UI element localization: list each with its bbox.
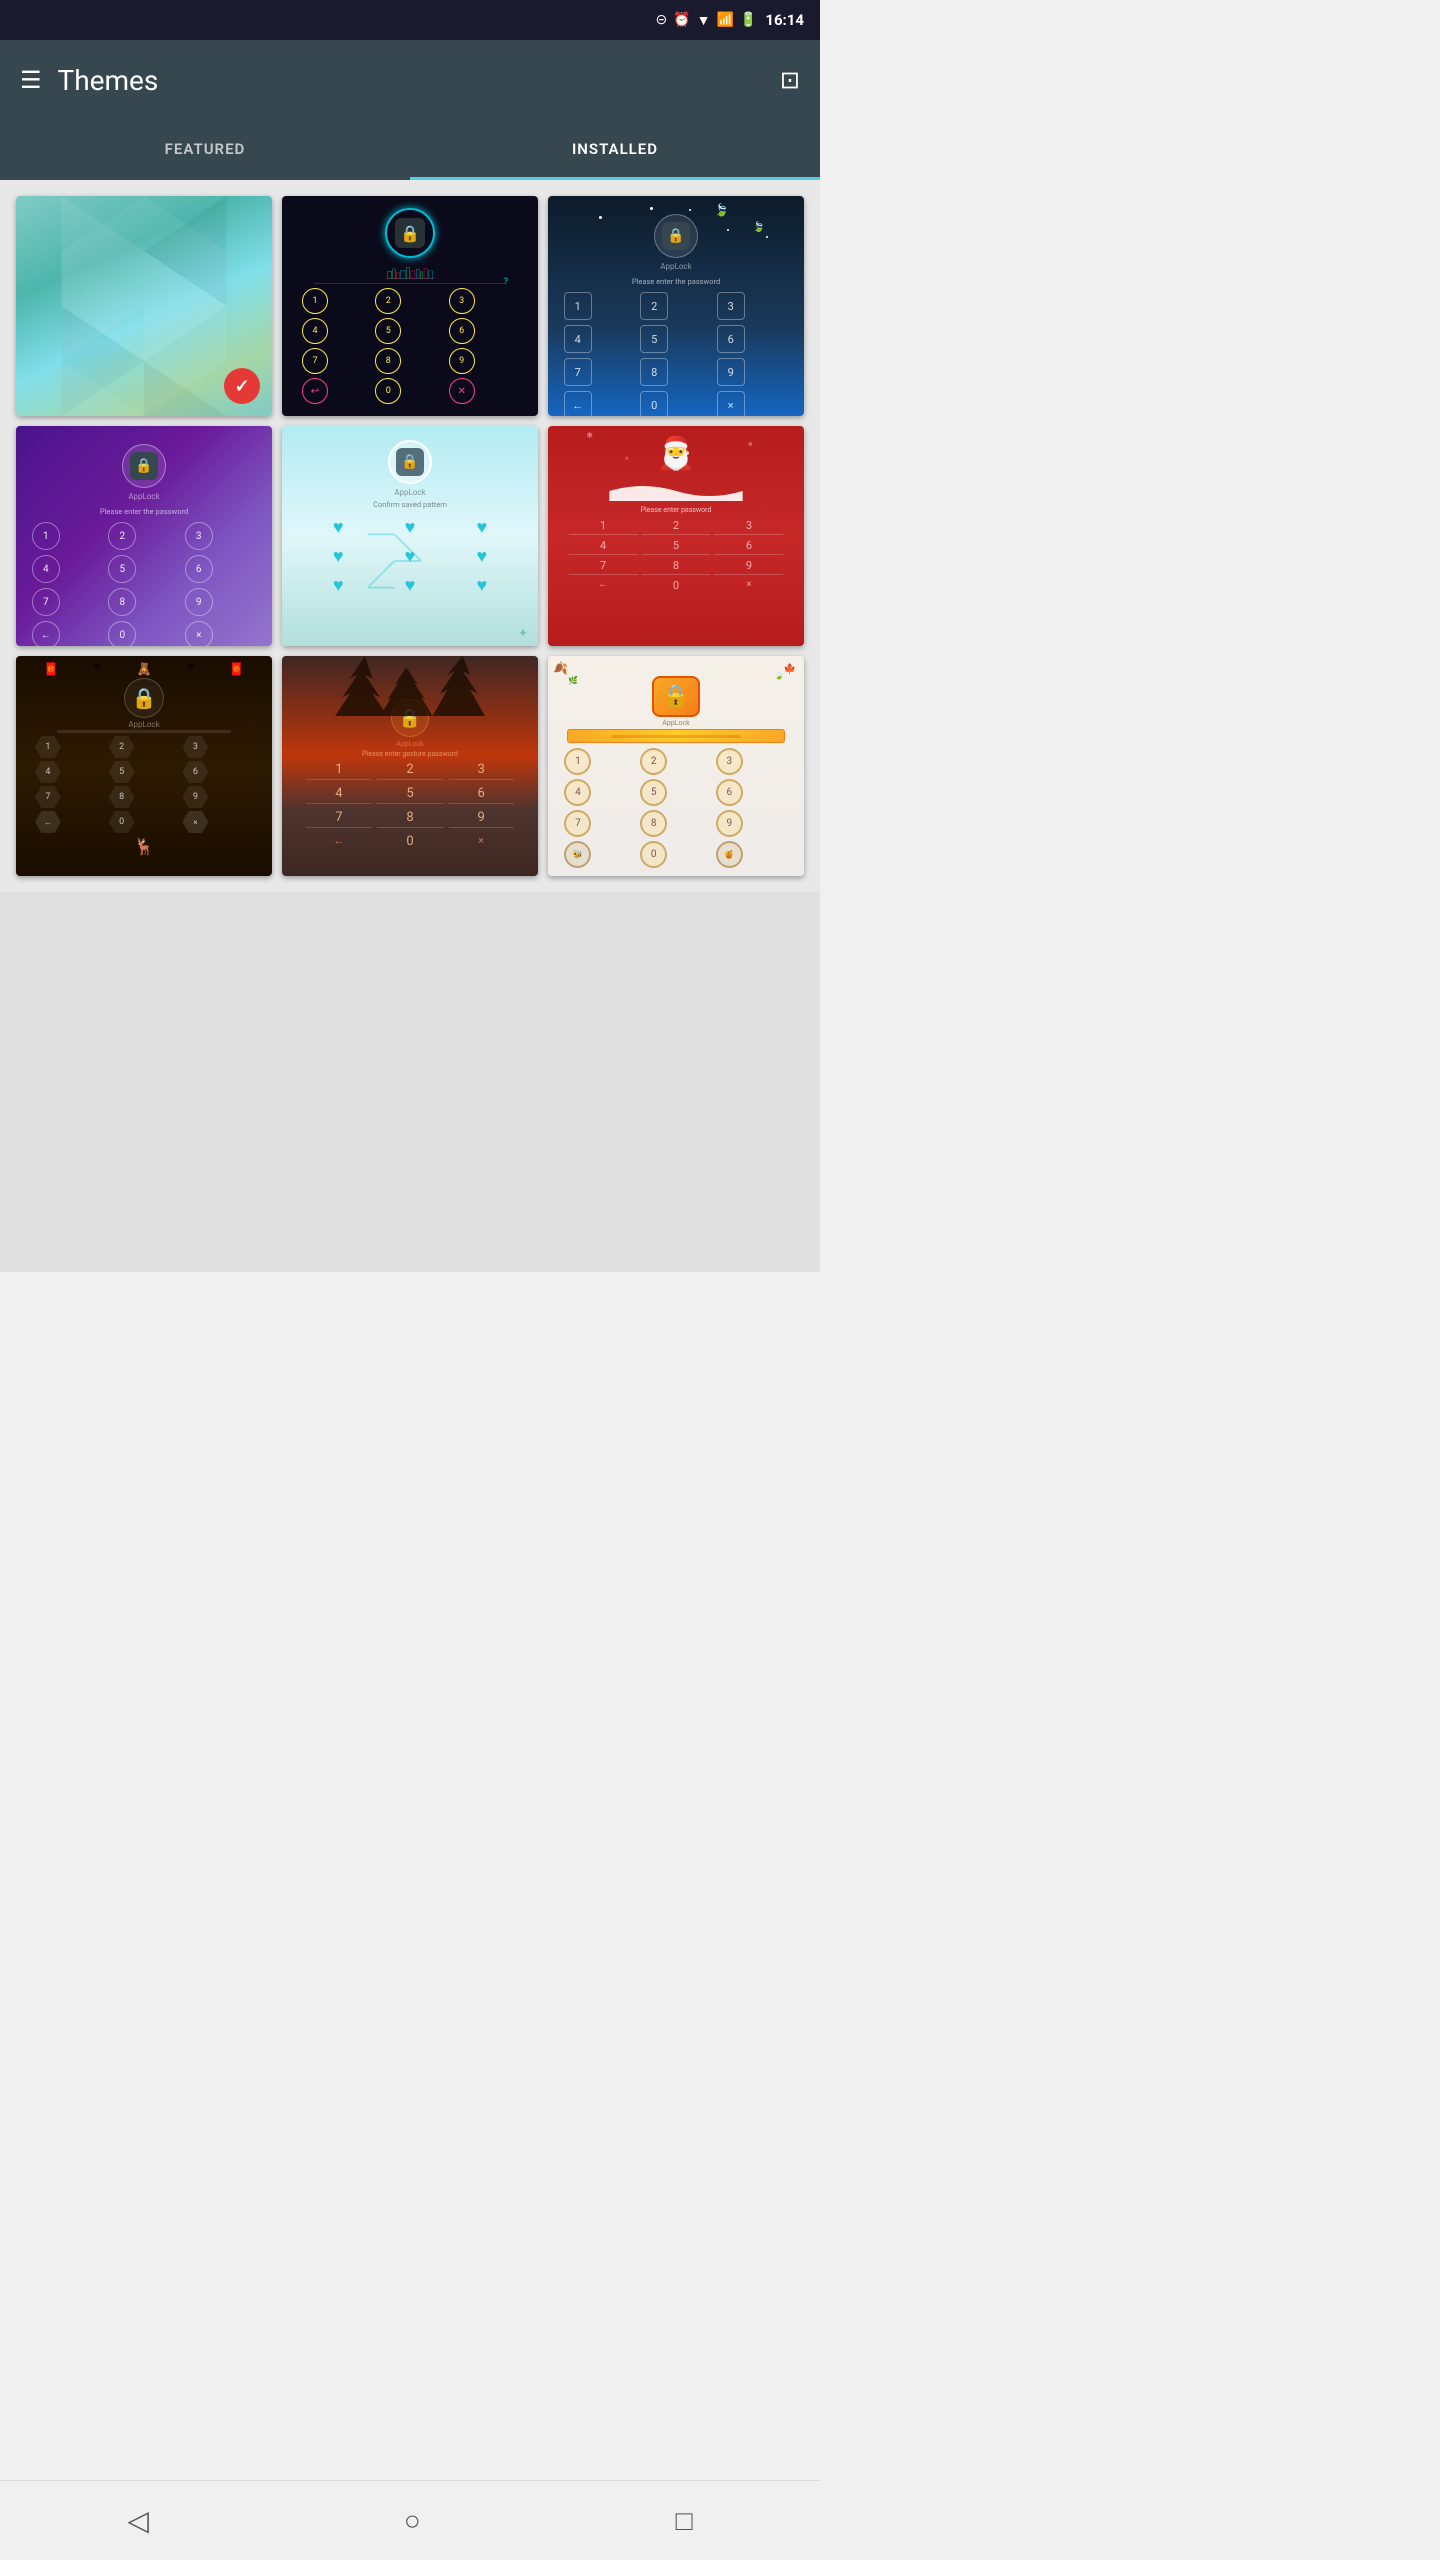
theme-card-heart[interactable]: 🔒 AppLock Confirm saved pattern ♥ ♥ ♥ ♥ …	[282, 426, 538, 646]
alarm-icon: ⏰	[673, 12, 690, 28]
theme-card-purple[interactable]: 🔒 AppLock Please enter the password 1 2 …	[16, 426, 272, 646]
theme-card-christmas[interactable]: ❄ ❄ ❄ 🎅 Please enter password 1 2 3 4 5 …	[548, 426, 804, 646]
status-bar: ⊝ ⏰ ▼ 📶 🔋 16:14	[0, 0, 820, 40]
purple-pw-text: Please enter the password	[100, 507, 188, 516]
header: ☰ Themes ⊡	[0, 40, 820, 120]
recent-button[interactable]: □	[676, 2504, 693, 2537]
home-button[interactable]: ○	[404, 2504, 421, 2537]
main-content: ✓ 🔒	[0, 180, 820, 1272]
minus-icon: ⊝	[655, 12, 667, 28]
holiday-applock-label: AppLock	[128, 720, 159, 729]
purple-applock-label: AppLock	[128, 492, 159, 501]
themes-grid: ✓ 🔒	[0, 180, 820, 892]
theme-card-night[interactable]: 🍃 🍃 🔒 AppLock Please enter the password …	[548, 196, 804, 416]
forest-applock-label: AppLock	[396, 740, 423, 748]
navigation-bar: ◁ ○ □	[0, 2480, 820, 2560]
heart-applock-label: AppLock	[394, 488, 425, 497]
christmas-pw-text: Please enter password	[641, 506, 712, 514]
back-button[interactable]: ◁	[127, 2504, 149, 2537]
menu-button[interactable]: ☰	[20, 66, 42, 94]
header-left: ☰ Themes	[20, 64, 158, 97]
autumn-applock-label: AppLock	[662, 719, 689, 727]
status-time: 16:14	[765, 11, 804, 29]
signal-icon: 📶	[716, 12, 733, 28]
theme-card-holiday-dark[interactable]: 🧧 ❄ 🧸 ❄ 🧧 🔒 AppLock 1 2 3	[16, 656, 272, 876]
theme-card-teal[interactable]: ✓	[16, 196, 272, 416]
theme-card-autumn[interactable]: 🍂 🍁 🌿 🍃 🔒 AppLock 1 2 3 4	[548, 656, 804, 876]
battery-icon: 🔋	[740, 12, 757, 28]
status-icons: ⊝ ⏰ ▼ 📶 🔋	[655, 12, 757, 29]
wifi-icon: ▼	[697, 12, 711, 29]
crop-button[interactable]: ⊡	[780, 66, 800, 94]
forest-gesture-text: Please enter gesture password	[362, 750, 458, 758]
theme-card-forest[interactable]: 🔒 AppLock Please enter gesture password …	[282, 656, 538, 876]
tab-installed[interactable]: INSTALLED	[410, 120, 820, 180]
theme-card-neon[interactable]: 🔒	[282, 196, 538, 416]
page-title: Themes	[58, 64, 159, 97]
tab-featured[interactable]: FEATURED	[0, 120, 410, 180]
tab-bar: FEATURED INSTALLED	[0, 120, 820, 180]
selected-badge: ✓	[224, 368, 260, 404]
heart-confirm-text: Confirm saved pattern	[373, 500, 447, 509]
